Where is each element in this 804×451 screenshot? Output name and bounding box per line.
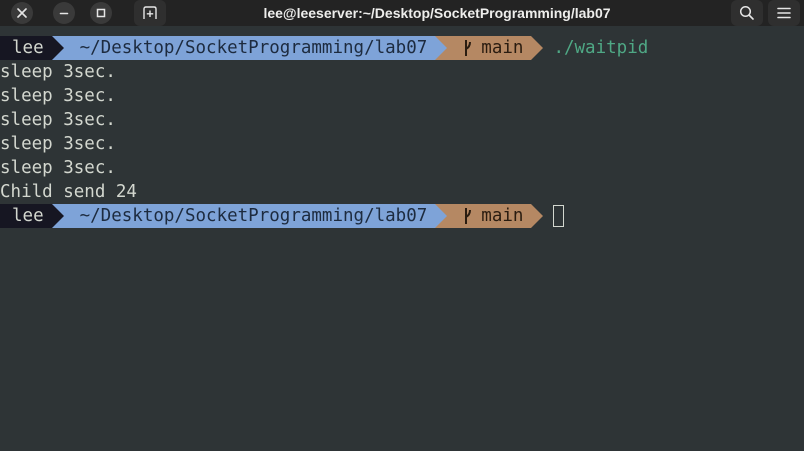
close-button[interactable] xyxy=(11,2,33,24)
search-button[interactable] xyxy=(731,0,763,26)
minimize-button[interactable] xyxy=(53,2,75,24)
output-line: sleep 3sec. xyxy=(0,62,116,82)
prompt-git-segment: main xyxy=(447,204,532,228)
output-line: sleep 3sec. xyxy=(0,158,116,178)
maximize-button[interactable] xyxy=(90,2,112,24)
prompt-separator xyxy=(51,204,64,228)
output-line: sleep 3sec. xyxy=(0,110,116,130)
terminal-area[interactable]: lee ~/Desktop/SocketProgramming/lab07 ma… xyxy=(0,36,804,451)
prompt-user: lee xyxy=(0,204,52,228)
prompt-branch: main xyxy=(481,38,524,58)
prompt-line: lee ~/Desktop/SocketProgramming/lab07 ma… xyxy=(0,204,565,228)
prompt-separator xyxy=(531,36,544,60)
output-line: sleep 3sec. xyxy=(0,134,116,154)
git-branch-icon xyxy=(465,40,472,56)
close-icon xyxy=(17,8,27,18)
window-title: lee@leeserver:~/Desktop/SocketProgrammin… xyxy=(263,5,611,21)
terminal-cursor xyxy=(553,205,565,227)
command-text: ./waitpid xyxy=(553,38,649,58)
maximize-icon xyxy=(96,8,106,18)
prompt-separator xyxy=(531,204,544,228)
new-tab-icon xyxy=(143,6,157,19)
menu-button[interactable] xyxy=(768,0,800,26)
git-branch-icon xyxy=(465,208,472,224)
minimize-icon xyxy=(59,12,69,15)
prompt-separator xyxy=(51,36,64,60)
prompt-line: lee ~/Desktop/SocketProgramming/lab07 ma… xyxy=(0,36,648,60)
prompt-path: ~/Desktop/SocketProgramming/lab07 xyxy=(63,36,436,60)
prompt-branch: main xyxy=(481,206,524,226)
prompt-user: lee xyxy=(0,36,52,60)
new-tab-button[interactable] xyxy=(134,0,166,26)
output-line: Child send 24 xyxy=(0,182,137,202)
prompt-separator xyxy=(435,36,448,60)
search-icon xyxy=(739,5,754,20)
hamburger-menu-icon xyxy=(777,7,791,19)
prompt-path: ~/Desktop/SocketProgramming/lab07 xyxy=(63,204,436,228)
window-titlebar: lee@leeserver:~/Desktop/SocketProgrammin… xyxy=(0,0,804,26)
output-line: sleep 3sec. xyxy=(0,86,116,106)
prompt-separator xyxy=(435,204,448,228)
prompt-git-segment: main xyxy=(447,36,532,60)
